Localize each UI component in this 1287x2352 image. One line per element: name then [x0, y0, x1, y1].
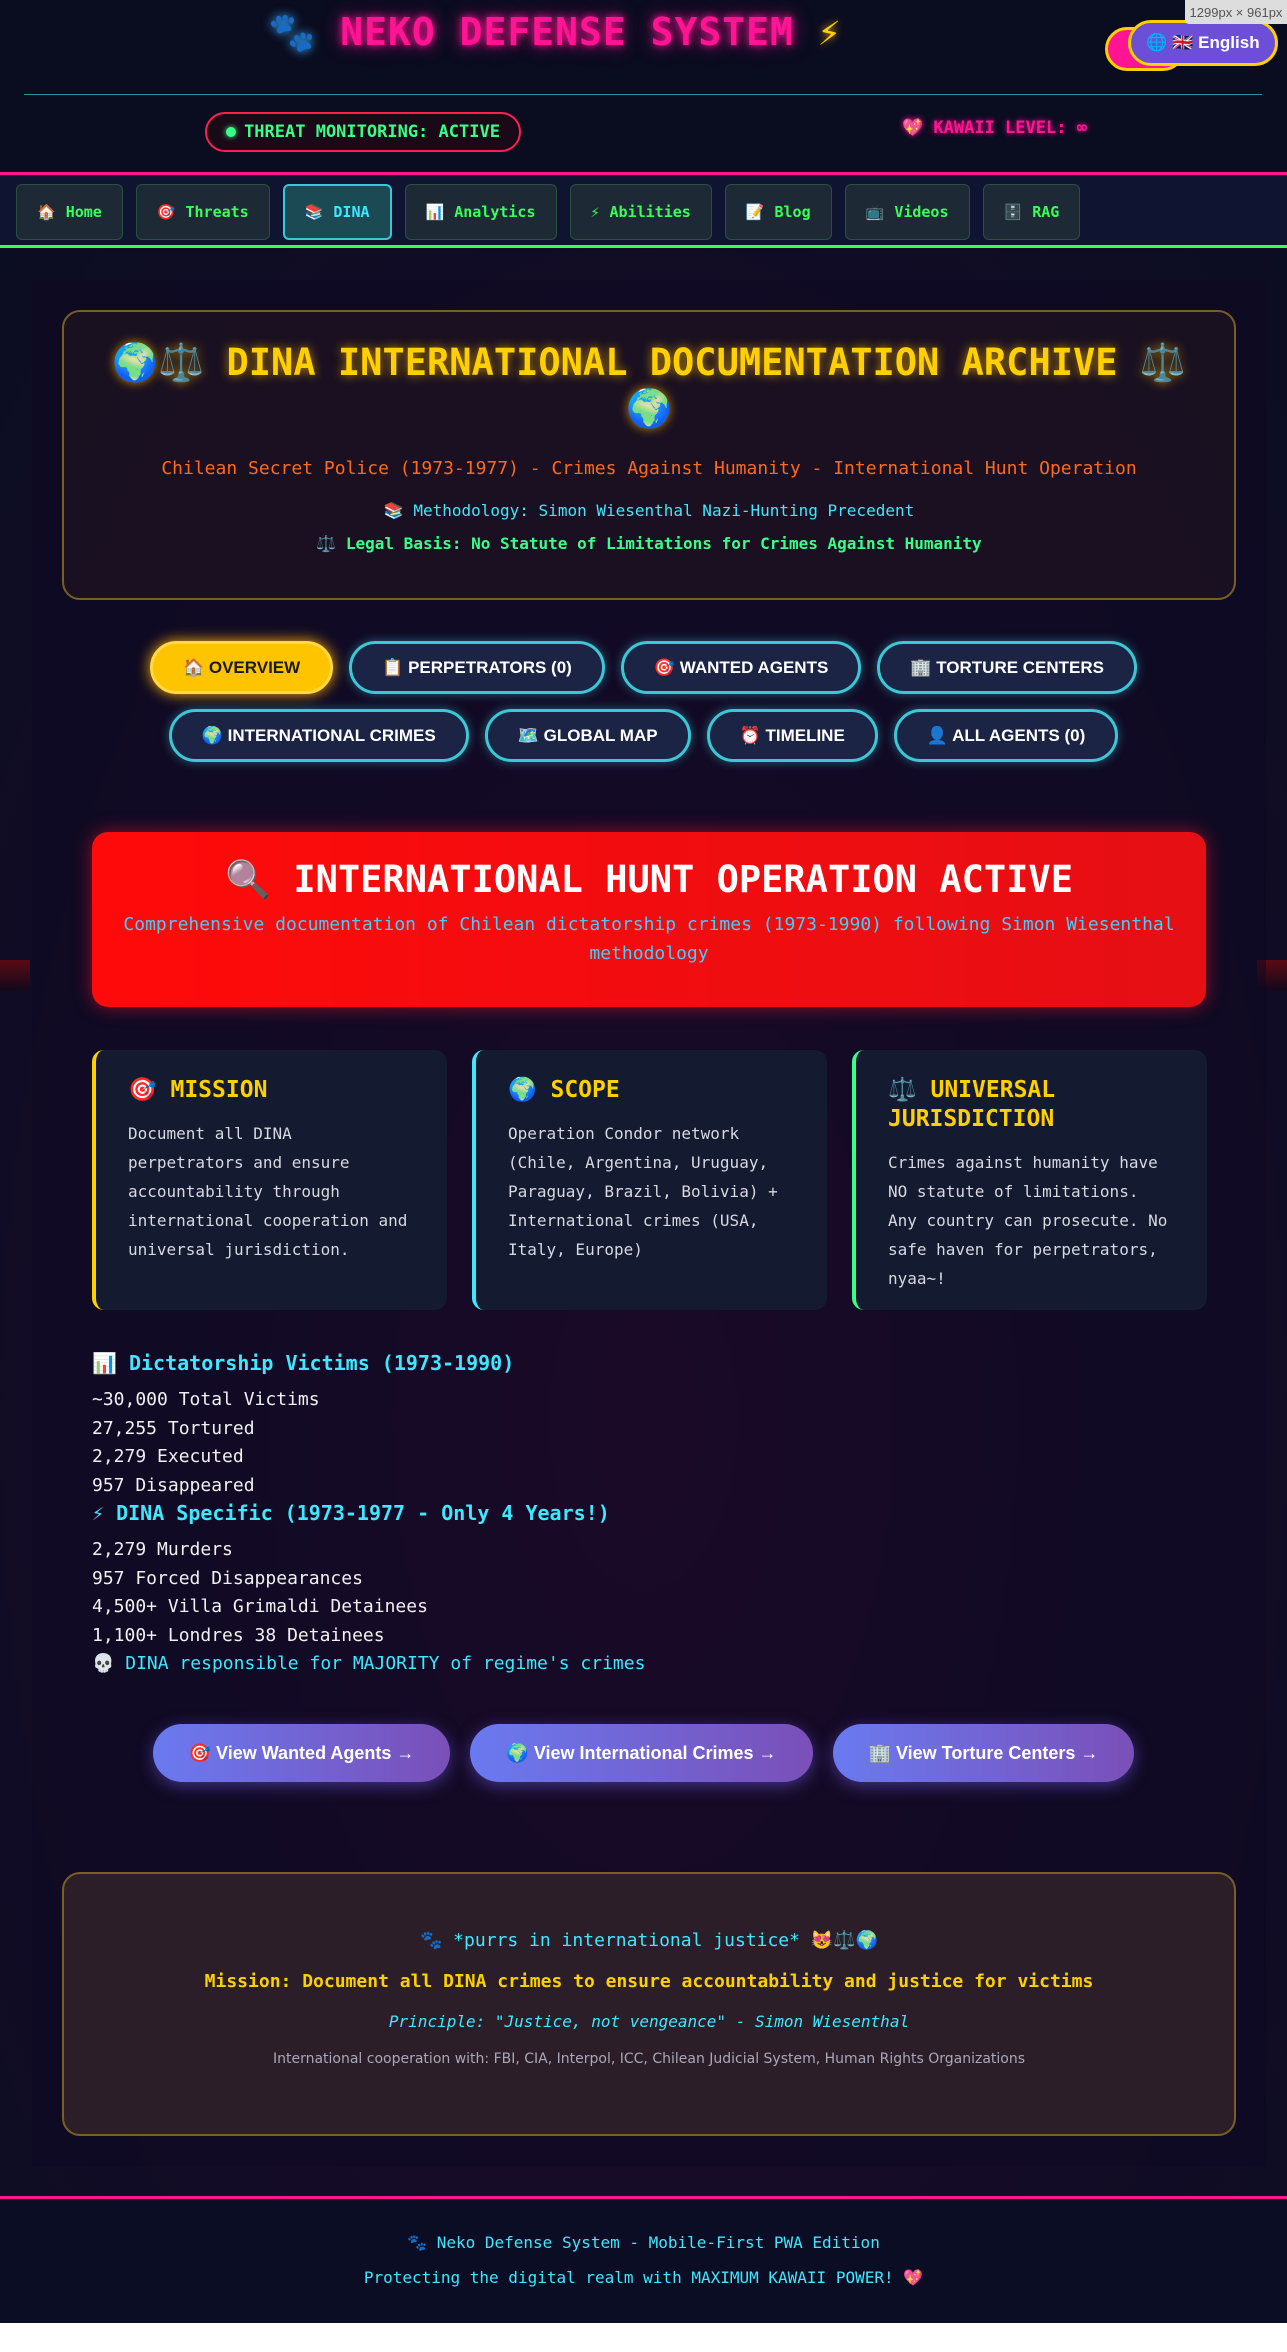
cooperation-note: International cooperation with: FBI, CIA… [272, 2051, 1026, 2067]
archive-header-card: 🌍⚖️ DINA INTERNATIONAL DOCUMENTATION ARC… [62, 310, 1236, 600]
stat-line: 27,255 Tortured [92, 1417, 255, 1439]
nav-item-label: DINA [333, 203, 370, 221]
principle-quote: Principle: "Justice, not vengeance" - Si… [388, 2012, 910, 2031]
header-divider [24, 94, 1262, 95]
card-body: Operation Condor network (Chile, Argenti… [508, 1124, 778, 1259]
view-international-crimes-button[interactable]: 🌍 View International Crimes → [470, 1724, 813, 1782]
nav-item-label: Analytics [454, 203, 536, 221]
stat-line: 957 Disappeared [92, 1474, 255, 1496]
tab-torture-centers[interactable]: 🏢 TORTURE CENTERS [877, 641, 1138, 694]
methodology-note: 📚 Methodology: Simon Wiesenthal Nazi-Hun… [383, 501, 915, 520]
hunt-operation-banner: 🔍 INTERNATIONAL HUNT OPERATION ACTIVE Co… [92, 832, 1206, 1007]
home-icon: 🏠 [37, 203, 56, 221]
nav-item-label: Home [65, 203, 102, 221]
justice-mission-box: 🐾 *purrs in international justice* 😻⚖️🌍 … [62, 1872, 1236, 2136]
tab-overview[interactable]: 🏠 OVERVIEW [149, 641, 334, 694]
stat-line: 4,500+ Villa Grimaldi Detainees [92, 1596, 428, 1617]
victim-statistics: 📊 Dictatorship Victims (1973-1990) ~30,0… [92, 1350, 645, 1678]
footer-line: Protecting the digital realm with MAXIMU… [363, 2268, 924, 2287]
card-body: Crimes against humanity have NO statute … [888, 1153, 1168, 1288]
tab-all-agents[interactable]: 👤 ALL AGENTS (0) [893, 709, 1119, 762]
lightning-icon: ⚡ [817, 10, 842, 54]
memo-icon: 📝 [745, 203, 765, 221]
card-title: 🌍 SCOPE [508, 1077, 620, 1103]
tab-wanted-agents[interactable]: 🎯 WANTED AGENTS [620, 641, 862, 694]
card-title: 🎯 MISSION [128, 1077, 268, 1103]
mission-card: 🎯 MISSION Document all DINA perpetrators… [92, 1050, 447, 1310]
purr-line: 🐾 *purrs in international justice* 😻⚖️🌍 [419, 1930, 879, 1951]
language-button[interactable]: 🌐 🇬🇧 English [1128, 20, 1278, 66]
jurisdiction-card: ⚖️ UNIVERSAL JURISDICTION Crimes against… [852, 1050, 1207, 1310]
tab-global-map[interactable]: 🗺️ GLOBAL MAP [484, 709, 691, 762]
background-accent-left [0, 960, 30, 990]
nav-item-threats[interactable]: 🎯 Threats [135, 184, 270, 240]
view-torture-centers-button[interactable]: 🏢 View Torture Centers → [832, 1724, 1135, 1782]
nav-item-label: Blog [774, 203, 811, 221]
page-footer: 🐾 Neko Defense System - Mobile-First PWA… [0, 2196, 1287, 2323]
tab-international-crimes[interactable]: 🌍 INTERNATIONAL CRIMES [168, 709, 469, 762]
chart-icon: 📊 [425, 203, 445, 221]
app-title: NEKO DEFENSE SYSTEM [340, 10, 794, 54]
lightning-icon: ⚡ [590, 203, 600, 221]
stats-footnote: 💀 DINA responsible for MAJORITY of regim… [92, 1653, 646, 1674]
books-icon: 📚 [304, 203, 324, 221]
nav-item-label: Threats [185, 203, 249, 221]
stat-line: 2,279 Executed [92, 1446, 244, 1467]
tab-timeline[interactable]: ⏰ TIMELINE [706, 709, 878, 762]
tv-icon: 📺 [865, 203, 885, 221]
nav-item-abilities[interactable]: ⚡ Abilities [569, 184, 712, 240]
paw-icon: 🐾 [268, 10, 317, 54]
app-logo[interactable]: 🐾 NEKO DEFENSE SYSTEM ⚡ [268, 10, 842, 55]
bottom-strip [0, 2323, 1287, 2352]
hunt-subtitle: Comprehensive documentation of Chilean d… [123, 914, 1175, 964]
archive-subtitle: Chilean Secret Police (1973-1977) - Crim… [161, 458, 1137, 479]
status-dot-icon [226, 127, 237, 137]
nav-item-analytics[interactable]: 📊 Analytics [404, 184, 557, 240]
hunt-title: 🔍 INTERNATIONAL HUNT OPERATION ACTIVE [224, 858, 1073, 901]
scope-card: 🌍 SCOPE Operation Condor network (Chile,… [472, 1050, 827, 1310]
victims-heading: 📊 Dictatorship Victims (1973-1990) [92, 1351, 515, 1375]
section-tabs-row-1: 🏠 OVERVIEW 📋 PERPETRATORS (0) 🎯 WANTED A… [0, 641, 1287, 694]
threat-status-pill: THREAT MONITORING: ACTIVE [205, 112, 521, 152]
mission-statement: Mission: Document all DINA crimes to ens… [204, 1971, 1094, 1992]
card-body: Document all DINA perpetrators and ensur… [128, 1124, 408, 1259]
view-wanted-agents-button[interactable]: 🎯 View Wanted Agents → [152, 1724, 451, 1782]
file-cabinet-icon: 🗄️ [1003, 203, 1023, 221]
nav-item-label: Abilities [609, 203, 691, 221]
target-icon: 🎯 [156, 203, 176, 221]
stat-line: 957 Forced Disappearances [92, 1567, 363, 1589]
stat-line: ~30,000 Total Victims [92, 1389, 320, 1410]
nav-item-label: Videos [894, 203, 949, 221]
dina-heading: ⚡ DINA Specific (1973-1977 - Only 4 Year… [92, 1501, 610, 1525]
nav-item-dina[interactable]: 📚 DINA [282, 184, 392, 240]
legal-basis-note: ⚖️ Legal Basis: No Statute of Limitation… [316, 534, 982, 553]
cta-row: 🎯 View Wanted Agents → 🌍 View Internatio… [0, 1724, 1287, 1782]
page-title: 🌍⚖️ DINA INTERNATIONAL DOCUMENTATION ARC… [112, 341, 1186, 430]
nav-item-label: RAG [1032, 203, 1060, 221]
tab-perpetrators[interactable]: 📋 PERPETRATORS (0) [349, 641, 605, 694]
threat-status-text: THREAT MONITORING: ACTIVE [244, 122, 500, 142]
card-title: ⚖️ UNIVERSAL JURISDICTION [888, 1077, 1056, 1132]
stat-line: 2,279 Murders [92, 1539, 233, 1560]
stat-line: 1,100+ Londres 38 Detainees [92, 1624, 385, 1646]
footer-line: 🐾 Neko Defense System - Mobile-First PWA… [407, 2233, 880, 2252]
nav-item-home[interactable]: 🏠 Home [16, 184, 123, 240]
nav-item-blog[interactable]: 📝 Blog [724, 184, 832, 240]
nav-item-rag[interactable]: 🗄️ RAG [982, 184, 1081, 240]
nav-item-videos[interactable]: 📺 Videos [844, 184, 970, 240]
viewport-size-badge: 1299px × 961px [1185, 0, 1287, 24]
section-tabs-row-2: 🌍 INTERNATIONAL CRIMES 🗺️ GLOBAL MAP ⏰ T… [0, 709, 1287, 762]
main-nav: 🏠 Home 🎯 Threats 📚 DINA 📊 Analytics ⚡ Ab… [0, 172, 1287, 248]
kawaii-level: 💖 KAWAII LEVEL: ∞ [902, 118, 1087, 138]
app-header: 🐾 NEKO DEFENSE SYSTEM ⚡ 🌐 🇬🇧 English 129… [0, 0, 1287, 172]
